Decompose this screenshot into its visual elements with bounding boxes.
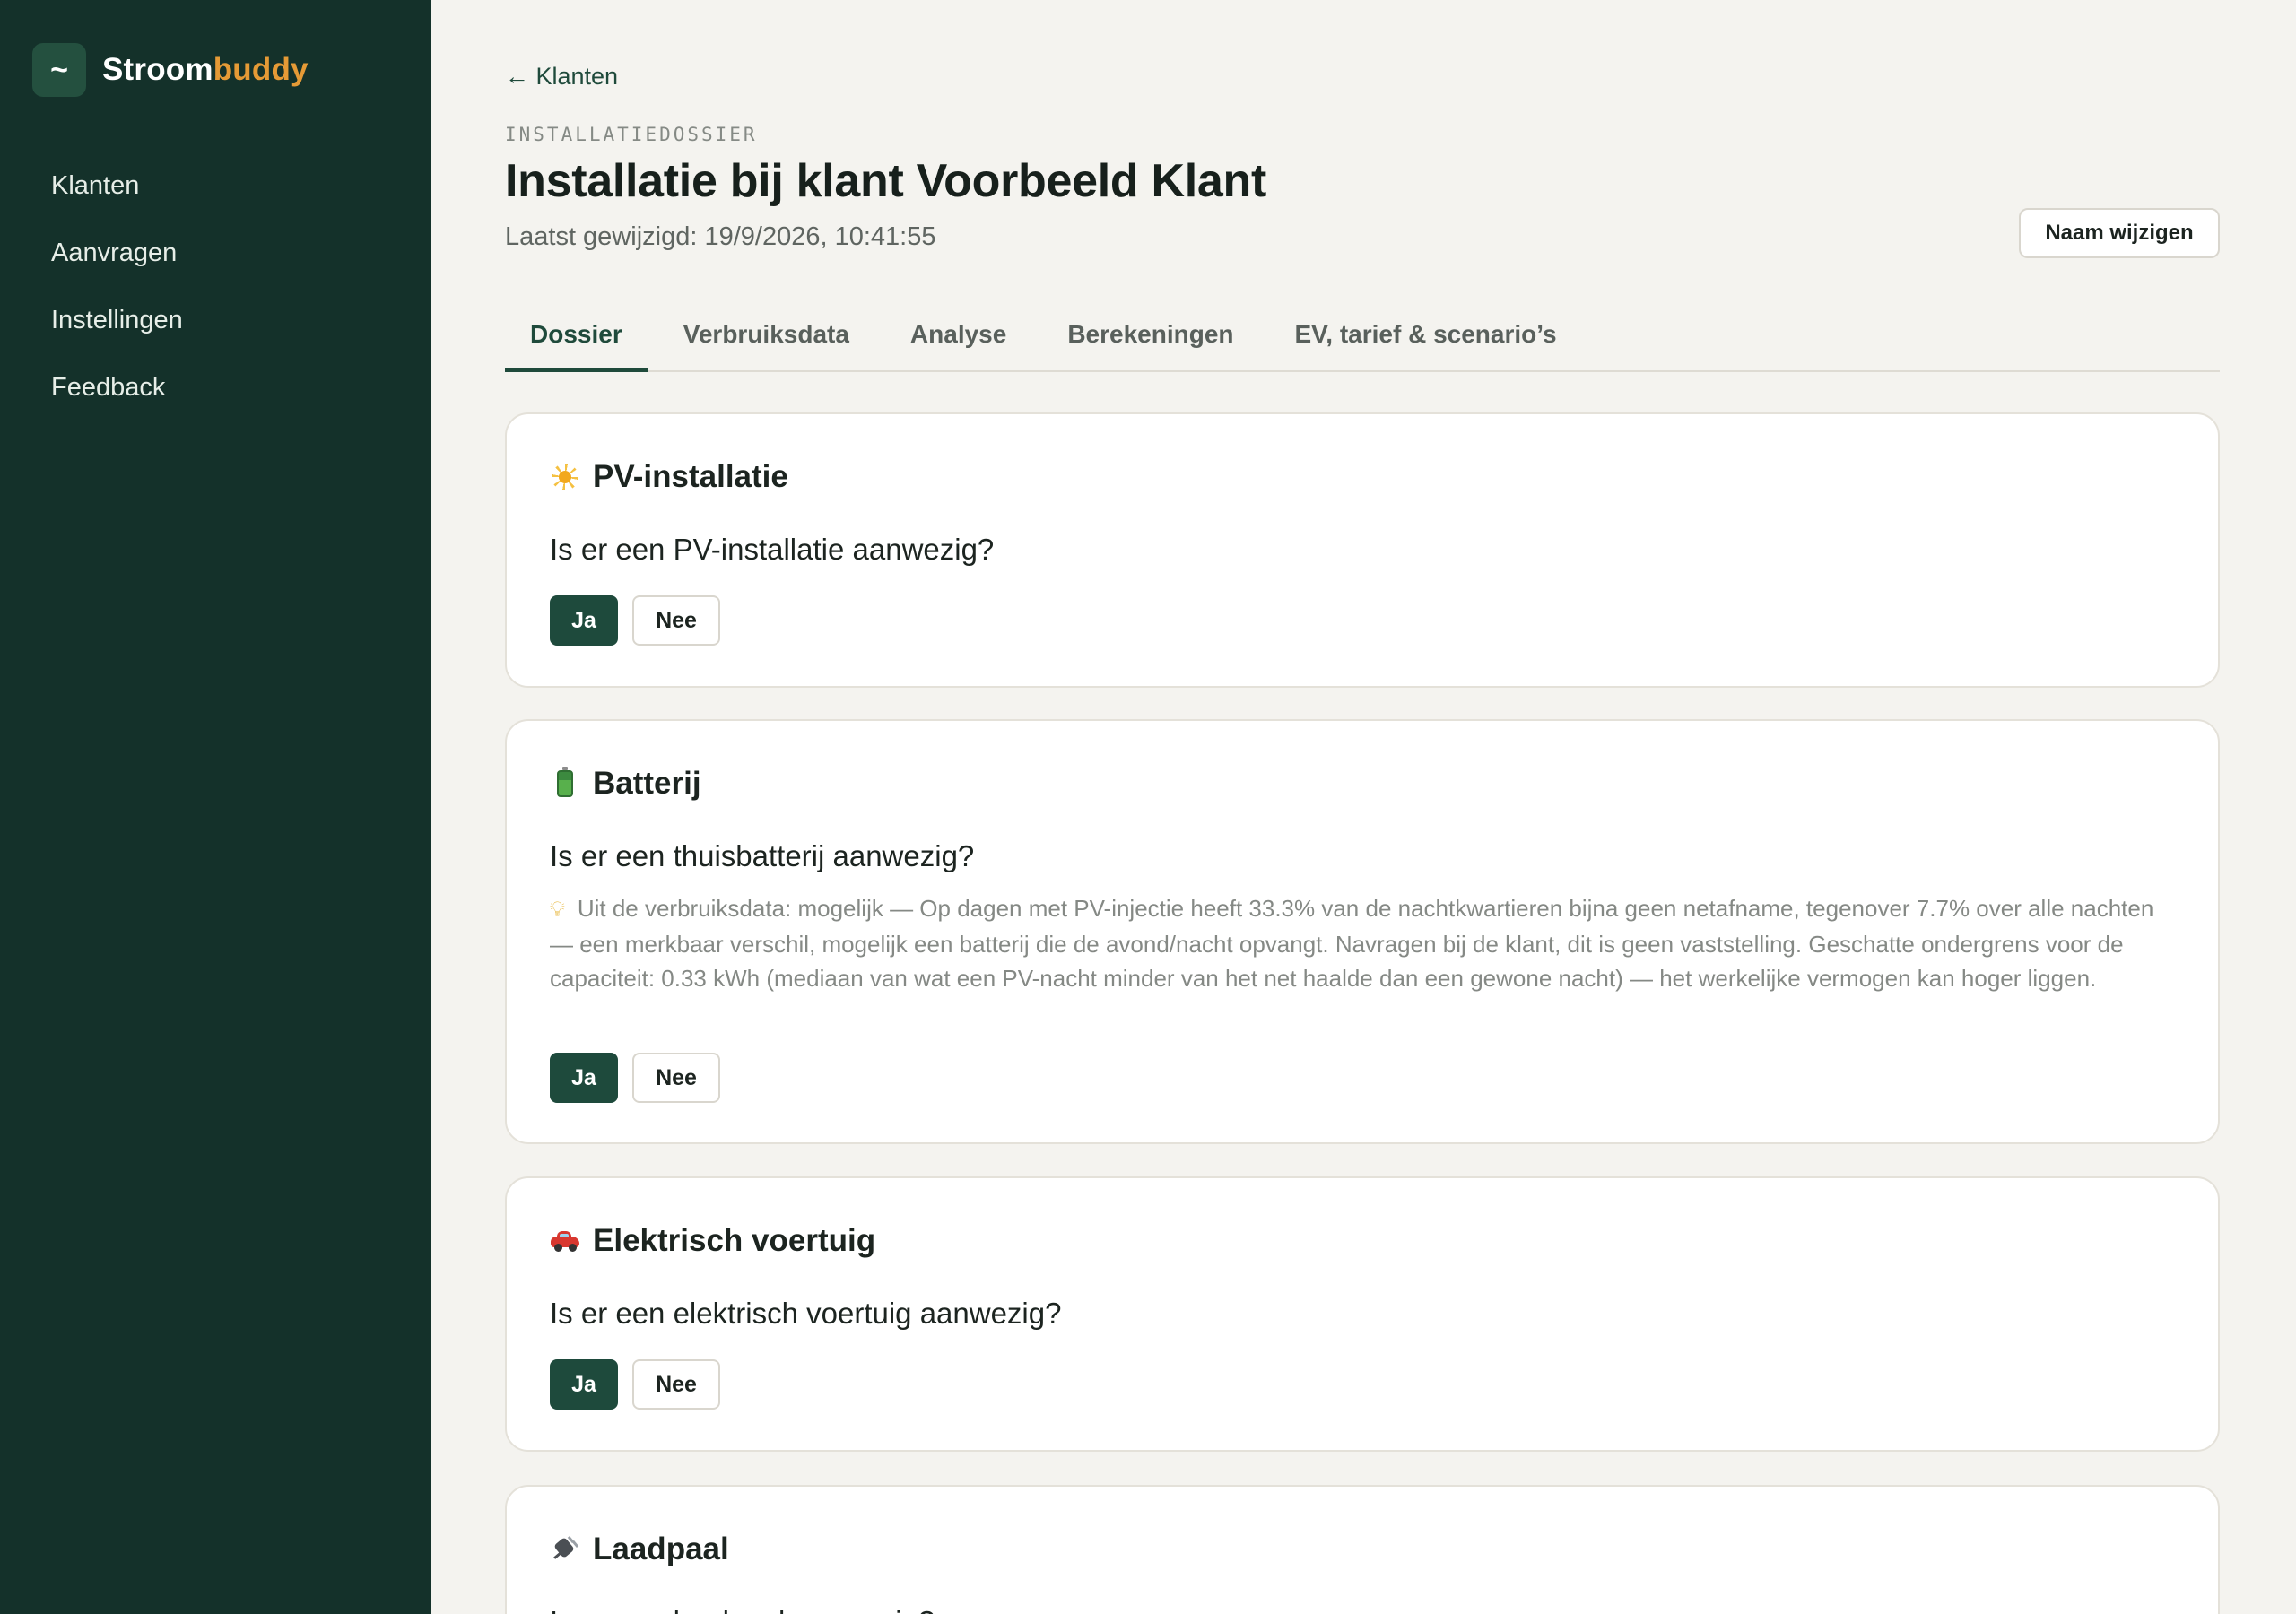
ev-question: Is er een elektrisch voertuig aanwezig? [550,1297,1062,1330]
sidebar-item-aanvragen[interactable]: Aanvragen [51,234,183,301]
battery-question: Is er een thuisbatterij aanwezig? [550,839,975,872]
pv-question: Is er een PV-installatie aanwezig? [550,533,995,566]
last-modified-text: Laatst gewijzigd: 19/9/2026, 10:41:55 [505,222,936,251]
battery-card: Batterij Is er een thuisbatterij aanwezi… [505,719,2220,1144]
tab-bar: Dossier Verbruiksdata Analyse Berekening… [505,309,2220,372]
charger-card-title-text: Laadpaal [593,1532,729,1566]
tab-verbruiksdata[interactable]: Verbruiksdata [658,309,874,372]
sun-icon [550,462,580,492]
battery-icon [550,767,580,799]
battery-hint-text: Uit de verbruiksdata: mogelijk — Op dage… [550,895,2154,992]
tab-analyse[interactable]: Analyse [885,309,1031,372]
sidebar-nav: Klanten Aanvragen Instellingen Feedback [51,167,183,436]
pv-installation-card: PV-installatie Is er een PV-installatie … [505,412,2220,688]
rename-button[interactable]: Naam wijzigen [2019,208,2220,258]
ev-card-title-text: Elektrisch voertuig [593,1223,876,1258]
car-icon [550,1226,580,1256]
battery-data-hint: 💡︎ Uit de verbruiksdata: mogelijk — Op da… [550,891,2182,995]
page-eyebrow: INSTALLATIEDOSSIER [505,124,758,145]
tab-dossier[interactable]: Dossier [505,309,648,372]
main-content: ← Klanten INSTALLATIEDOSSIER Installatie… [505,0,2220,1614]
pv-card-title-text: PV-installatie [593,459,788,494]
ev-card-title: Elektrisch voertuig [550,1223,875,1259]
charger-card: Laadpaal Is er een laadpaal aanwezig? [505,1485,2220,1614]
battery-card-title: Batterij [550,766,701,802]
ev-no-button[interactable]: Nee [632,1359,720,1410]
sidebar-item-instellingen[interactable]: Instellingen [51,301,183,369]
back-to-klanten-link[interactable]: ← Klanten [505,63,618,91]
battery-answer-buttons: Ja Nee [550,1053,720,1103]
tab-berekeningen[interactable]: Berekeningen [1042,309,1258,372]
brand-name-part1: Stroom [102,52,213,87]
brand-name: Stroombuddy [102,52,309,88]
sidebar-item-feedback[interactable]: Feedback [51,369,183,436]
pv-answer-buttons: Ja Nee [550,595,720,646]
brand-logo-icon: ~ [32,43,86,97]
electric-vehicle-card: Elektrisch voertuig Is er een elektrisch… [505,1176,2220,1452]
page-title: Installatie bij klant Voorbeeld Klant [505,155,1266,207]
ev-answer-buttons: Ja Nee [550,1359,720,1410]
battery-yes-button[interactable]: Ja [550,1053,618,1103]
battery-no-button[interactable]: Nee [632,1053,720,1103]
lightbulb-icon: 💡︎ [550,898,565,922]
charger-question: Is er een laadpaal aanwezig? [550,1605,935,1614]
tab-ev-tarief-scenarios[interactable]: EV, tarief & scenario’s [1270,309,1582,372]
pv-no-button[interactable]: Nee [632,595,720,646]
sidebar-item-klanten[interactable]: Klanten [51,167,183,234]
pv-yes-button[interactable]: Ja [550,595,618,646]
charger-card-title: Laadpaal [550,1532,729,1567]
ev-yes-button[interactable]: Ja [550,1359,618,1410]
brand-name-part2: buddy [213,52,309,87]
sidebar: ~ Stroombuddy Klanten Aanvragen Instelli… [0,0,430,1614]
battery-card-title-text: Batterij [593,766,701,801]
pv-card-title: PV-installatie [550,459,788,495]
brand[interactable]: ~ Stroombuddy [32,43,309,97]
plug-icon [550,1534,580,1565]
